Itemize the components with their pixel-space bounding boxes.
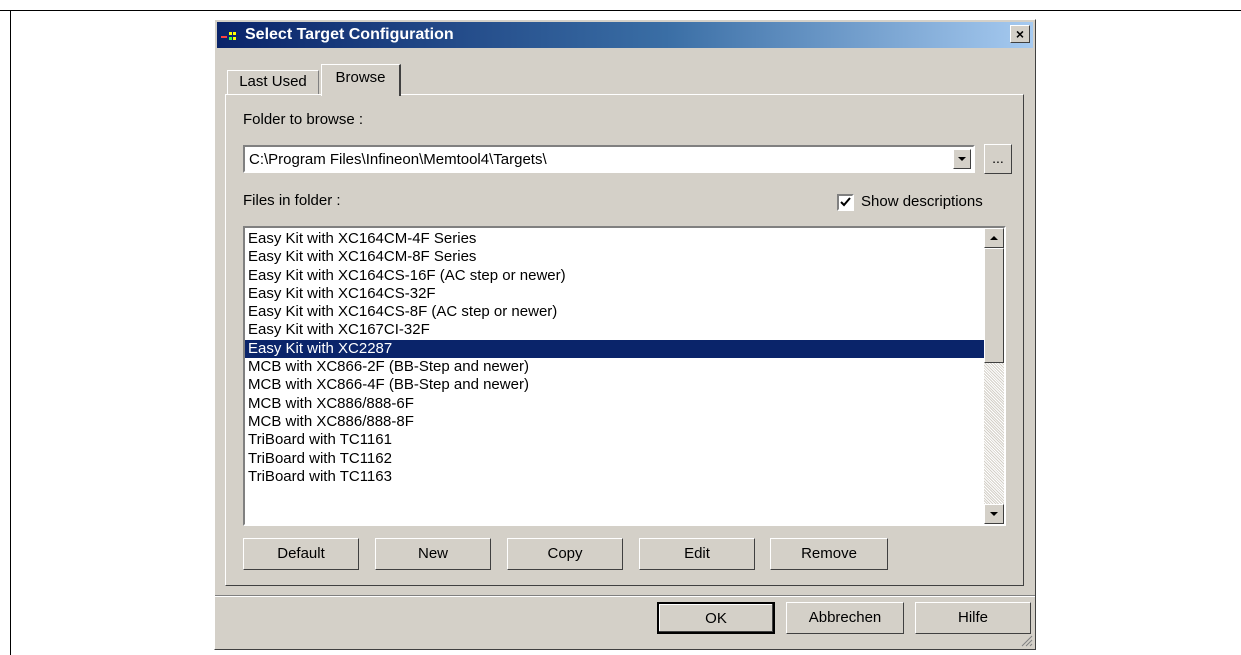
files-listbox[interactable]: Easy Kit with XC164CM-4F Series Easy Kit … (243, 226, 1006, 526)
default-button[interactable]: Default (243, 538, 359, 570)
scroll-up-button[interactable] (984, 228, 1004, 248)
select-target-dialog: Select Target Configuration × Last Used … (214, 19, 1036, 650)
page-border-left (10, 10, 11, 655)
list-item[interactable]: TriBoard with TC1161 (245, 431, 985, 449)
list-item[interactable]: MCB with XC866-2F (BB-Step and newer) (245, 358, 985, 376)
files-label: Files in folder : (243, 192, 341, 209)
help-button[interactable]: Hilfe (915, 602, 1031, 634)
folder-dropdown-button[interactable] (953, 149, 971, 169)
show-descriptions-checkbox[interactable] (837, 194, 854, 211)
folder-label: Folder to browse : (243, 111, 364, 128)
copy-button[interactable]: Copy (507, 538, 623, 570)
new-button[interactable]: New (375, 538, 491, 570)
chevron-down-icon (958, 157, 966, 161)
list-item[interactable]: TriBoard with TC1163 (245, 468, 985, 486)
list-item[interactable]: Easy Kit with XC2287 (245, 339, 985, 359)
dialog-title: Select Target Configuration (245, 26, 454, 43)
list-item[interactable]: Easy Kit with XC164CS-16F (AC step or ne… (245, 267, 985, 285)
arrow-down-icon (990, 512, 998, 516)
list-item[interactable]: Easy Kit with XC164CM-4F Series (245, 230, 985, 248)
checkmark-icon (840, 197, 851, 207)
file-list: Easy Kit with XC164CM-4F Series Easy Kit … (245, 230, 985, 486)
cancel-button[interactable]: Abbrechen (786, 602, 904, 634)
arrow-up-icon (990, 236, 998, 240)
list-item[interactable]: Easy Kit with XC164CS-32F (245, 285, 985, 303)
list-item[interactable]: MCB with XC886/888-6F (245, 395, 985, 413)
scroll-down-button[interactable] (984, 504, 1004, 524)
folder-value: C:\Program Files\Infineon\Memtool4\Targe… (249, 151, 547, 168)
list-scrollbar[interactable] (984, 228, 1004, 524)
app-icon (221, 28, 239, 42)
remove-button[interactable]: Remove (770, 538, 888, 570)
browse-folder-button[interactable]: ... (984, 144, 1012, 174)
scroll-thumb[interactable] (984, 248, 1004, 363)
list-item[interactable]: Easy Kit with XC167CI-32F (245, 321, 985, 339)
folder-combobox[interactable]: C:\Program Files\Infineon\Memtool4\Targe… (243, 145, 975, 173)
list-item[interactable]: TriBoard with TC1162 (245, 450, 985, 468)
tab-last-used[interactable]: Last Used (227, 70, 319, 94)
show-descriptions-label[interactable]: Show descriptions (861, 193, 983, 210)
page-border-top (0, 10, 1241, 11)
list-item[interactable]: MCB with XC866-4F (BB-Step and newer) (245, 376, 985, 394)
resize-grip-icon[interactable] (1019, 633, 1033, 647)
title-bar[interactable]: Select Target Configuration × (217, 22, 1033, 48)
bottom-separator (215, 595, 1035, 597)
list-item[interactable]: Easy Kit with XC164CM-8F Series (245, 248, 985, 266)
close-icon: × (1015, 26, 1025, 42)
list-item[interactable]: MCB with XC886/888-8F (245, 413, 985, 431)
close-button[interactable]: × (1010, 25, 1030, 43)
tab-browse[interactable]: Browse (321, 64, 401, 96)
edit-button[interactable]: Edit (639, 538, 755, 570)
list-item[interactable]: Easy Kit with XC164CS-8F (AC step or new… (245, 303, 985, 321)
ok-button[interactable]: OK (657, 602, 775, 634)
